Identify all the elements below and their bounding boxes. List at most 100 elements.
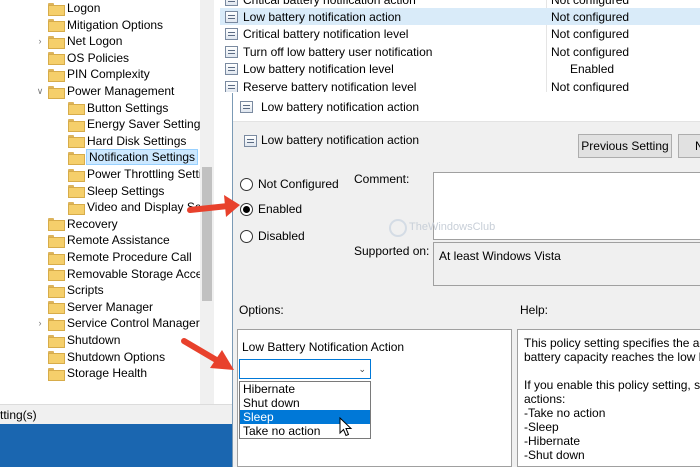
- policy-state: Not configured: [551, 44, 630, 59]
- tree-item[interactable]: Energy Saver Settings: [55, 116, 206, 132]
- next-setting-button[interactable]: N: [678, 134, 700, 158]
- tree-item[interactable]: › Service Control Manager S: [35, 315, 211, 331]
- tree-item[interactable]: Remote Procedure Call: [35, 249, 192, 265]
- tree-item[interactable]: PIN Complexity: [35, 66, 150, 82]
- radio-label: Disabled: [258, 229, 305, 243]
- tree-item[interactable]: Scripts: [35, 282, 104, 298]
- policy-setting-icon: [225, 80, 238, 92]
- chevron-down-icon[interactable]: ∨: [35, 86, 45, 96]
- tree-item-label: Energy Saver Settings: [87, 117, 207, 132]
- tree-item-label: Notification Settings: [85, 149, 199, 166]
- tree-scrollbar-thumb[interactable]: [202, 167, 212, 301]
- policy-name: Critical battery notification action: [243, 0, 553, 7]
- tree-item[interactable]: Removable Storage Access: [35, 266, 214, 282]
- tree-item-label: Sleep Settings: [87, 183, 165, 198]
- folder-icon: [48, 317, 65, 331]
- tree-item-label: OS Policies: [67, 50, 130, 65]
- tree-item[interactable]: Recovery: [35, 216, 118, 232]
- policy-state: Not configured: [551, 79, 630, 93]
- folder-icon: [68, 185, 85, 199]
- tree-item[interactable]: ∨ Power Management: [35, 83, 174, 99]
- tree-item[interactable]: Logon: [35, 0, 100, 16]
- tree-item[interactable]: › Net Logon: [35, 33, 122, 49]
- tree-item[interactable]: Notification Settings: [55, 149, 199, 166]
- tree-item-label: Scripts: [67, 283, 104, 298]
- supported-on-value: At least Windows Vista: [433, 242, 700, 286]
- tree-item[interactable]: Hard Disk Settings: [55, 133, 186, 149]
- folder-icon: [48, 85, 65, 99]
- policy-row[interactable]: Critical battery notification level Not c…: [220, 26, 700, 43]
- tree-item-label: Button Settings: [87, 100, 169, 115]
- previous-setting-button[interactable]: Previous Setting: [578, 134, 672, 158]
- policy-state: Not configured: [551, 9, 630, 24]
- tree-item[interactable]: Shutdown: [35, 332, 120, 348]
- tree-item[interactable]: Mitigation Options: [35, 17, 163, 33]
- help-line: -Shut down: [524, 448, 585, 462]
- tree-item[interactable]: Remote Assistance: [35, 232, 170, 248]
- chevron-down-icon[interactable]: ⌄: [358, 364, 366, 375]
- policy-name: Low battery notification action: [243, 9, 402, 24]
- policy-row[interactable]: Low battery notification action Not confi…: [220, 8, 700, 26]
- folder-icon: [68, 201, 85, 215]
- help-line: -Hibernate: [524, 434, 581, 448]
- dialog-titlebar[interactable]: Low battery notification action: [233, 93, 700, 122]
- folder-icon: [68, 118, 85, 132]
- tree-item-label: Power Management: [67, 84, 175, 98]
- supported-on-label: Supported on:: [354, 244, 430, 258]
- policy-setting-icon: [225, 0, 238, 6]
- dialog-title: Low battery notification action: [261, 100, 420, 114]
- help-line: actions:: [524, 392, 566, 406]
- policy-name: Critical battery notification level: [243, 27, 409, 42]
- radio-enabled[interactable]: Enabled: [240, 202, 302, 216]
- policy-state: Not configured: [551, 0, 629, 7]
- radio-button[interactable]: [240, 229, 253, 243]
- folder-icon: [48, 2, 65, 16]
- policy-setting-icon: [244, 135, 257, 147]
- tree-item[interactable]: Shutdown Options: [35, 349, 165, 365]
- chevron-right-icon[interactable]: ›: [35, 318, 45, 328]
- policy-row[interactable]: Reserve battery notification level Not co…: [220, 78, 700, 92]
- help-line: -Take no action: [524, 406, 606, 420]
- mouse-cursor-icon: [339, 417, 353, 437]
- tree-item-label: PIN Complexity: [67, 67, 150, 82]
- folder-icon: [48, 301, 65, 315]
- notification-action-select[interactable]: ⌄: [239, 359, 371, 379]
- policy-row[interactable]: Low battery notification level Enabled: [220, 61, 700, 78]
- tree-item-label: Service Control Manager S: [67, 316, 212, 331]
- radio-button[interactable]: [240, 177, 253, 191]
- policy-setting-icon: [225, 63, 238, 76]
- tree-item[interactable]: OS Policies: [35, 50, 129, 66]
- tree-item-label: Net Logon: [67, 34, 123, 49]
- policy-setting-icon: [240, 101, 253, 113]
- policy-setting-icon: [225, 45, 238, 58]
- folder-icon: [48, 19, 65, 33]
- radio-not-configured[interactable]: Not Configured: [240, 177, 339, 191]
- tree-item[interactable]: Sleep Settings: [55, 183, 164, 199]
- radio-label: Enabled: [258, 202, 303, 216]
- radio-disabled[interactable]: Disabled: [240, 229, 305, 243]
- folder-icon: [48, 351, 65, 365]
- annotation-arrow-icon: [187, 195, 240, 217]
- help-line: battery capacity reaches the low batt: [524, 350, 700, 364]
- policy-list: Critical battery notification actionNot …: [220, 0, 700, 92]
- tree-item[interactable]: Storage Health: [35, 365, 147, 381]
- tree-item[interactable]: Server Manager: [35, 299, 153, 315]
- dropdown-option-hibernate[interactable]: Hibernate: [240, 382, 370, 396]
- help-line: -Sleep: [524, 420, 559, 434]
- policy-row[interactable]: Turn off low battery user notification No…: [220, 43, 700, 60]
- folder-icon: [48, 234, 65, 248]
- folder-icon: [48, 251, 65, 265]
- tree-item[interactable]: Button Settings: [55, 100, 168, 116]
- folder-icon: [48, 218, 65, 232]
- status-text: tting(s): [0, 407, 37, 422]
- policy-row[interactable]: Critical battery notification actionNot …: [220, 0, 700, 8]
- tree-item[interactable]: Power Throttling Settin: [55, 166, 208, 182]
- dropdown-option-shut-down[interactable]: Shut down: [240, 396, 370, 410]
- chevron-right-icon[interactable]: ›: [35, 36, 45, 46]
